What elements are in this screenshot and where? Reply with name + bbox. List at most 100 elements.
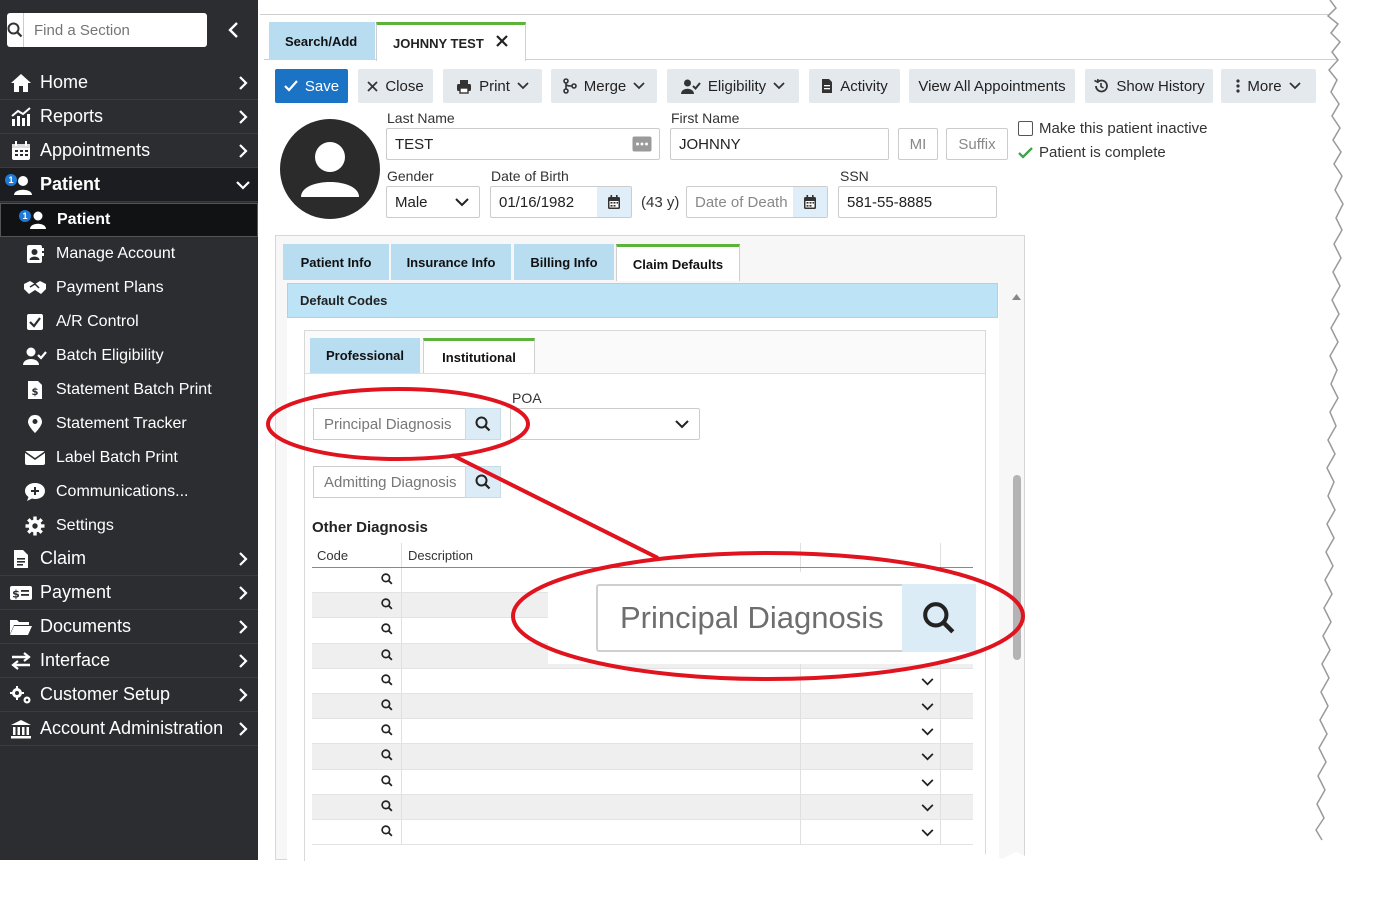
- poa-cell[interactable]: [801, 794, 941, 819]
- nav-reports[interactable]: Reports: [0, 100, 258, 134]
- code-cell[interactable]: [312, 668, 402, 693]
- subnav-patient[interactable]: 1 Patient: [0, 203, 258, 237]
- subnav-settings[interactable]: Settings: [0, 509, 258, 543]
- chevron-down-icon[interactable]: [921, 799, 934, 815]
- poa-cell[interactable]: [801, 693, 941, 719]
- close-tab-icon[interactable]: [496, 34, 508, 52]
- nav-claim[interactable]: Claim: [0, 542, 258, 576]
- column-header-poa[interactable]: [801, 543, 941, 567]
- chevron-down-icon[interactable]: [921, 698, 934, 714]
- table-row[interactable]: [312, 744, 973, 770]
- code-cell[interactable]: [312, 568, 402, 593]
- table-row[interactable]: [312, 668, 973, 694]
- tab-patient-info[interactable]: Patient Info: [283, 244, 389, 280]
- subnav-statement-batch-print[interactable]: $ Statement Batch Print: [0, 373, 258, 407]
- subnav-manage-account[interactable]: Manage Account: [0, 237, 258, 271]
- principal-diagnosis-lookup[interactable]: Principal Diagnosis: [313, 408, 501, 440]
- code-cell[interactable]: [312, 593, 402, 618]
- search-icon[interactable]: [381, 774, 393, 790]
- table-row[interactable]: [312, 769, 973, 795]
- tab-billing-info[interactable]: Billing Info: [514, 244, 614, 280]
- principal-diagnosis-search-button[interactable]: [465, 408, 501, 440]
- nav-customer-setup[interactable]: Customer Setup: [0, 678, 258, 712]
- activity-button[interactable]: Activity: [809, 69, 900, 103]
- calendar-icon[interactable]: [597, 187, 631, 217]
- poa-cell[interactable]: [801, 668, 941, 693]
- subnav-statement-tracker[interactable]: Statement Tracker: [0, 407, 258, 441]
- description-cell[interactable]: [402, 819, 801, 845]
- code-cell[interactable]: [312, 643, 402, 668]
- middle-initial-field[interactable]: MI: [898, 128, 938, 160]
- search-icon[interactable]: [381, 597, 393, 613]
- calendar-icon[interactable]: [793, 187, 827, 217]
- subnav-batch-eligibility[interactable]: Batch Eligibility: [0, 339, 258, 373]
- column-header-code[interactable]: Code: [312, 543, 402, 567]
- more-button[interactable]: More: [1221, 69, 1316, 103]
- search-icon[interactable]: [381, 824, 393, 840]
- chevron-down-icon[interactable]: [921, 824, 934, 840]
- nav-patient[interactable]: 1 Patient: [0, 168, 258, 202]
- table-row[interactable]: [312, 794, 973, 820]
- search-icon[interactable]: [381, 673, 393, 689]
- search-icon[interactable]: [381, 622, 393, 638]
- column-header-description[interactable]: Description: [402, 543, 801, 567]
- chevron-down-icon[interactable]: [921, 723, 934, 739]
- tab-claim-defaults[interactable]: Claim Defaults: [616, 244, 740, 281]
- code-cell[interactable]: [312, 693, 402, 719]
- print-button[interactable]: Print: [443, 69, 542, 103]
- admitting-diagnosis-search-button[interactable]: [465, 466, 501, 498]
- tab-insurance-info[interactable]: Insurance Info: [391, 244, 511, 280]
- nav-home[interactable]: Home: [0, 66, 258, 100]
- subnav-payment-plans[interactable]: Payment Plans: [0, 271, 258, 305]
- collapse-sidebar-icon[interactable]: [222, 18, 244, 42]
- dob-field[interactable]: 01/16/1982: [490, 186, 632, 218]
- description-cell[interactable]: [402, 794, 801, 819]
- eligibility-button[interactable]: Eligibility: [667, 69, 799, 103]
- save-button[interactable]: Save: [275, 69, 348, 103]
- inactive-checkbox[interactable]: [1018, 121, 1033, 136]
- last-name-field[interactable]: TEST: [386, 128, 660, 160]
- principal-diagnosis-input[interactable]: Principal Diagnosis: [313, 408, 465, 440]
- poa-cell[interactable]: [801, 744, 941, 769]
- date-of-death-field[interactable]: Date of Death: [686, 186, 828, 218]
- search-icon[interactable]: [381, 698, 393, 714]
- tab-professional[interactable]: Professional: [310, 338, 420, 373]
- subnav-label-batch-print[interactable]: Label Batch Print: [0, 441, 258, 475]
- description-cell[interactable]: [402, 668, 801, 693]
- table-row[interactable]: [312, 819, 973, 846]
- subnav-communications[interactable]: Communications...: [0, 475, 258, 509]
- description-cell[interactable]: [402, 719, 801, 744]
- poa-select[interactable]: [510, 408, 700, 440]
- description-cell[interactable]: [402, 769, 801, 794]
- section-search-input[interactable]: [24, 15, 233, 45]
- tab-search-add[interactable]: Search/Add: [269, 22, 375, 60]
- subnav-ar-control[interactable]: A/R Control: [0, 305, 258, 339]
- nav-account-administration[interactable]: Account Administration: [0, 712, 258, 746]
- description-cell[interactable]: [402, 693, 801, 719]
- scroll-up-icon[interactable]: [1012, 287, 1021, 303]
- suffix-field[interactable]: Suffix: [946, 128, 1008, 160]
- nav-interface[interactable]: Interface: [0, 644, 258, 678]
- admitting-diagnosis-lookup[interactable]: Admitting Diagnosis: [313, 466, 501, 498]
- show-history-button[interactable]: Show History: [1085, 69, 1213, 103]
- view-all-appointments-button[interactable]: View All Appointments: [909, 69, 1075, 103]
- gender-select[interactable]: Male: [386, 186, 480, 218]
- poa-cell[interactable]: [801, 819, 941, 845]
- patient-avatar[interactable]: [280, 119, 380, 219]
- nav-payment[interactable]: $ Payment: [0, 576, 258, 610]
- code-cell[interactable]: [312, 744, 402, 769]
- inactive-checkbox-row[interactable]: Make this patient inactive: [1018, 120, 1207, 137]
- merge-button[interactable]: Merge: [551, 69, 657, 103]
- code-cell[interactable]: [312, 794, 402, 819]
- table-row[interactable]: [312, 719, 973, 745]
- search-icon[interactable]: [7, 13, 24, 47]
- more-options-icon[interactable]: [625, 129, 659, 159]
- nav-appointments[interactable]: Appointments: [0, 134, 258, 168]
- description-cell[interactable]: [402, 744, 801, 769]
- chevron-down-icon[interactable]: [921, 673, 934, 689]
- nav-documents[interactable]: Documents: [0, 610, 258, 644]
- first-name-field[interactable]: JOHNNY: [670, 128, 889, 160]
- code-cell[interactable]: [312, 819, 402, 845]
- search-icon[interactable]: [381, 723, 393, 739]
- close-button[interactable]: Close: [358, 69, 433, 103]
